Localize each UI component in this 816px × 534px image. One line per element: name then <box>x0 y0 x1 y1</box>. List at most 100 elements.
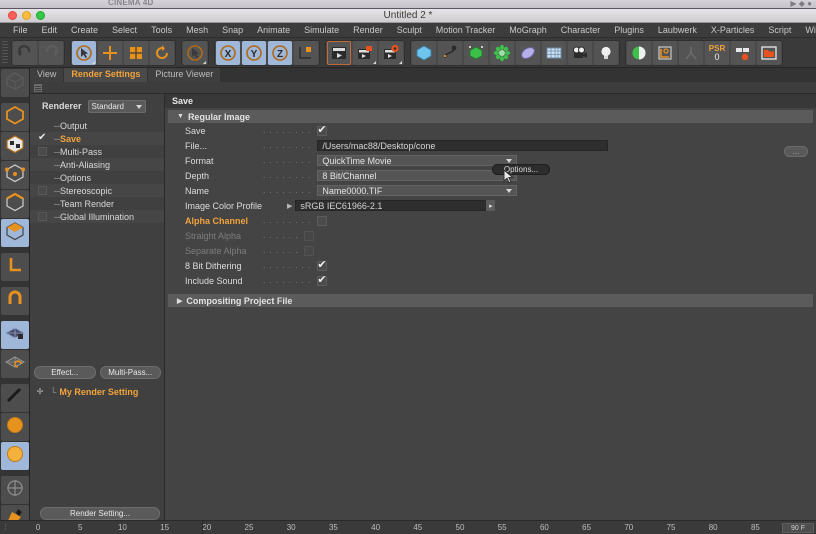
options-button[interactable]: Options... <box>492 164 550 175</box>
menu-mograph[interactable]: MoGraph <box>502 23 554 38</box>
model-mode-button[interactable] <box>1 103 29 131</box>
axis-mode-button[interactable] <box>679 40 703 65</box>
tree-item-global-illumination[interactable]: ─ Global Illumination <box>30 210 164 223</box>
toolbar-grip[interactable] <box>2 40 8 65</box>
cube-primitive-button[interactable] <box>412 40 436 65</box>
chevron-right-icon[interactable]: ▶ <box>287 202 292 210</box>
environment-button[interactable] <box>516 40 540 65</box>
input-file[interactable]: /Users/mac88/Desktop/cone <box>317 140 609 151</box>
menu-render[interactable]: Render <box>346 23 390 38</box>
object-manager-button[interactable] <box>731 40 755 65</box>
menu-select[interactable]: Select <box>105 23 144 38</box>
live-selection-button[interactable] <box>72 40 96 65</box>
menu-window[interactable]: Window <box>798 23 816 38</box>
viewport-render-button[interactable] <box>1 413 29 441</box>
timeline-end-value[interactable]: 90 F <box>782 523 814 533</box>
select-format[interactable]: QuickTime Movie <box>317 155 518 166</box>
tab-picture-viewer[interactable]: Picture Viewer <box>148 68 221 82</box>
timeline-ruler[interactable]: ⋮ 0 5 10 15 20 25 30 35 40 45 50 55 60 65 70 75 80 85 90 … <box>0 520 816 534</box>
checkbox-save[interactable] <box>317 123 328 136</box>
group-header-regular-image[interactable]: ▼ Regular Image <box>168 110 813 123</box>
viewport-render-active-button[interactable] <box>1 442 29 470</box>
tree-item-options[interactable]: ─ Options <box>30 171 164 184</box>
global-axis-button[interactable] <box>1 476 29 504</box>
menu-mesh[interactable]: Mesh <box>179 23 215 38</box>
z-axis-lock-button[interactable]: Z <box>268 40 292 65</box>
timeline-grip-icon[interactable]: ⋮ <box>2 524 9 531</box>
multipass-button[interactable]: Multi-Pass... <box>99 366 161 379</box>
effect-button[interactable]: Effect... <box>34 366 96 379</box>
render-setting-list-item[interactable]: ✢ └ My Render Setting <box>30 385 165 398</box>
polygon-mesh-button[interactable] <box>1 69 29 97</box>
tree-item-output[interactable]: ─ Output <box>30 119 164 132</box>
render-settings-button[interactable] <box>379 40 403 65</box>
rotate-button[interactable] <box>150 40 174 65</box>
checkbox-straight-alpha[interactable] <box>304 230 315 241</box>
camera-button[interactable] <box>568 40 592 65</box>
panel-grip-icon[interactable] <box>34 84 42 92</box>
workplane-lock-button[interactable] <box>1 321 29 349</box>
select-depth[interactable]: 8 Bit/Channel <box>317 170 518 181</box>
tree-checkbox[interactable] <box>38 186 47 195</box>
enable-snapping-button[interactable] <box>1 287 29 315</box>
y-axis-lock-button[interactable]: Y <box>242 40 266 65</box>
menu-plugins[interactable]: Plugins <box>607 23 651 38</box>
world-object-axis-button[interactable] <box>294 40 318 65</box>
psr-button[interactable]: PSR 0 <box>705 40 729 65</box>
menu-sculpt[interactable]: Sculpt <box>390 23 429 38</box>
generator-button[interactable] <box>464 40 488 65</box>
checkbox-separate-alpha[interactable] <box>304 245 315 256</box>
tree-checkbox[interactable] <box>38 212 47 221</box>
menu-tools[interactable]: Tools <box>144 23 179 38</box>
viewport-solo-button[interactable] <box>1 384 29 412</box>
menu-x-particles[interactable]: X-Particles <box>704 23 762 38</box>
coordinate-system-button[interactable] <box>653 40 677 65</box>
x-axis-lock-button[interactable]: X <box>216 40 240 65</box>
points-mode-button[interactable] <box>1 161 29 189</box>
profile-menu-icon[interactable]: ▸ <box>486 200 496 211</box>
redo-button[interactable] <box>39 40 63 65</box>
menu-snap[interactable]: Snap <box>215 23 250 38</box>
undo-button[interactable] <box>13 40 37 65</box>
tree-item-stereoscopic[interactable]: ─ Stereoscopic <box>30 184 164 197</box>
tree-item-team-render[interactable]: ─ Team Render <box>30 197 164 210</box>
menu-file[interactable]: File <box>6 23 35 38</box>
tab-render-settings[interactable]: Render Settings <box>64 68 148 82</box>
file-browse-button[interactable]: ... <box>784 146 808 157</box>
light-button[interactable] <box>594 40 618 65</box>
menu-simulate[interactable]: Simulate <box>297 23 346 38</box>
checkbox-bit-dithering[interactable] <box>317 258 328 271</box>
renderer-select[interactable]: Standard <box>87 99 146 113</box>
menu-laubwerk[interactable]: Laubwerk <box>651 23 704 38</box>
checkbox-include-sound[interactable] <box>317 273 328 286</box>
floor-sky-button[interactable] <box>542 40 566 65</box>
menu-motion-tracker[interactable]: Motion Tracker <box>429 23 503 38</box>
tree-item-multi-pass[interactable]: ─ Multi-Pass <box>30 145 164 158</box>
menu-script[interactable]: Script <box>761 23 798 38</box>
checkbox-alpha-channel[interactable] <box>317 215 328 226</box>
tree-item-save[interactable]: ✔ ─ Save <box>30 132 164 145</box>
tree-item-anti-aliasing[interactable]: ─ Anti-Aliasing <box>30 158 164 171</box>
menu-animate[interactable]: Animate <box>250 23 297 38</box>
select-name[interactable]: Name0000.TIF <box>317 185 518 196</box>
spline-pen-button[interactable] <box>438 40 462 65</box>
input-color-profile[interactable]: sRGB IEC61966-2.1 ▸ <box>295 200 496 211</box>
shading-sphere-button[interactable] <box>627 40 651 65</box>
group-header-compositing[interactable]: ▶ Compositing Project File <box>168 294 813 307</box>
move-button[interactable] <box>98 40 122 65</box>
tree-checkbox-checked-icon[interactable]: ✔ <box>38 132 46 144</box>
menu-character[interactable]: Character <box>554 23 608 38</box>
content-browser-button[interactable] <box>757 40 781 65</box>
tree-checkbox[interactable] <box>38 147 47 156</box>
axis-modify-button[interactable] <box>1 253 29 281</box>
scale-button[interactable] <box>124 40 148 65</box>
cursor-mode-button[interactable] <box>183 40 207 65</box>
render-setting-bottom-button[interactable]: Render Setting... <box>40 507 160 520</box>
polygons-mode-button[interactable] <box>1 219 29 247</box>
menu-edit[interactable]: Edit <box>35 23 65 38</box>
texture-mode-button[interactable] <box>1 132 29 160</box>
menu-create[interactable]: Create <box>64 23 105 38</box>
render-view-button[interactable] <box>327 40 351 65</box>
tab-view[interactable]: View <box>30 68 64 82</box>
deformer-button[interactable] <box>490 40 514 65</box>
